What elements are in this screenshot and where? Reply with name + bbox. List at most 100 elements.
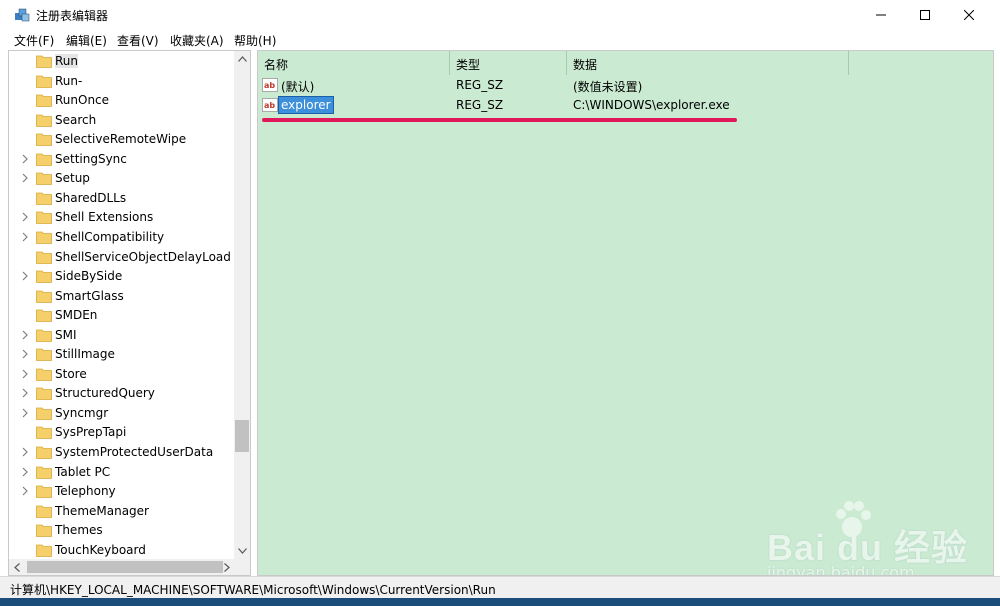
menu-file[interactable]: 文件(F) [14, 32, 54, 49]
tree-item[interactable]: SharedDLLs [9, 189, 235, 208]
expand-chevron-icon[interactable] [20, 212, 30, 222]
close-icon [964, 10, 974, 20]
tree-item[interactable]: Syncmgr [9, 404, 235, 423]
tree-item[interactable]: Telephony [9, 482, 235, 501]
folder-icon [36, 446, 52, 459]
scroll-left-button[interactable] [9, 559, 25, 575]
tree-item[interactable]: Search [9, 111, 235, 130]
annotation-underline [262, 118, 737, 122]
registry-path: 计算机\HKEY_LOCAL_MACHINE\SOFTWARE\Microsof… [10, 583, 496, 597]
tree-item-label: ShellServiceObjectDelayLoad [55, 249, 231, 264]
tree-item[interactable]: Run- [9, 72, 235, 91]
menu-view[interactable]: 查看(V) [117, 32, 159, 49]
expand-chevron-icon[interactable] [20, 369, 30, 379]
values-pane: 名称 类型 数据 ab (默认) REG_SZ (数值未设置) ab explo… [257, 50, 994, 576]
folder-icon [36, 192, 52, 205]
tree-item-label: SmartGlass [55, 288, 124, 303]
tree-item-label: Run [55, 54, 79, 68]
tree-item[interactable]: SMI [9, 326, 235, 345]
tree-item[interactable]: ShellCompatibility [9, 228, 235, 247]
tree-item-label: Store [55, 366, 87, 381]
folder-icon [36, 309, 52, 323]
folder-icon [36, 114, 52, 127]
tree-item-label: SMI [55, 327, 77, 342]
svg-text:ab: ab [264, 101, 275, 110]
expand-chevron-icon[interactable] [20, 154, 30, 164]
tree-item[interactable]: Setup [9, 169, 235, 188]
tree-item[interactable]: Tablet PC [9, 463, 235, 482]
folder-icon [36, 211, 52, 225]
tree-vertical-scrollbar[interactable] [234, 51, 250, 559]
column-header-data[interactable]: 数据 [567, 51, 849, 75]
column-header-type[interactable]: 类型 [450, 51, 567, 75]
tree-item[interactable]: ThemeManager [9, 502, 235, 521]
maximize-button[interactable] [902, 0, 948, 30]
menu-edit[interactable]: 编辑(E) [66, 32, 107, 49]
folder-icon [36, 133, 52, 147]
tree-item[interactable]: SideBySide [9, 267, 235, 286]
expand-chevron-icon[interactable] [20, 467, 30, 477]
expand-chevron-icon[interactable] [20, 232, 30, 242]
tree-horizontal-scroll-thumb[interactable] [27, 561, 223, 573]
tree-item[interactable]: ShellServiceObjectDelayLoad [9, 248, 235, 267]
expand-chevron-icon[interactable] [20, 408, 30, 418]
tree-item-label: SettingSync [55, 151, 127, 166]
menu-favorites[interactable]: 收藏夹(A) [170, 32, 224, 49]
tree-item[interactable]: SelectiveRemoteWipe [9, 130, 235, 149]
expand-chevron-icon[interactable] [20, 173, 30, 183]
folder-icon [36, 231, 52, 244]
minimize-button[interactable] [858, 0, 904, 30]
value-row[interactable]: ab (默认) REG_SZ (数值未设置) [258, 75, 993, 95]
title-bar: 注册表编辑器 [0, 0, 1000, 30]
tree-item-label: SystemProtectedUserData [55, 445, 214, 459]
scroll-down-button[interactable] [234, 543, 250, 559]
value-data: (数值未设置) [573, 80, 643, 94]
scroll-up-button[interactable] [234, 51, 250, 67]
tree-item[interactable]: StructuredQuery [9, 384, 235, 403]
expand-chevron-icon[interactable] [20, 349, 30, 359]
value-type: REG_SZ [456, 78, 504, 92]
key-tree: Run Run- RunOnce Search SelectiveRemoteWipe S… [9, 51, 235, 559]
key-tree-pane: Run Run- RunOnce Search SelectiveRemoteWipe S… [8, 50, 251, 576]
column-header-name[interactable]: 名称 [258, 51, 450, 75]
expand-chevron-icon[interactable] [20, 271, 30, 281]
taskbar-edge [0, 598, 1000, 606]
tree-item[interactable]: RunOnce [9, 91, 235, 110]
tree-item-label: ShellCompatibility [55, 229, 165, 244]
tree-item-label: StructuredQuery [55, 386, 155, 401]
chevron-left-icon [14, 562, 20, 572]
tree-item[interactable]: StillImage [9, 345, 235, 364]
folder-icon [36, 524, 52, 538]
tree-item[interactable]: SysPrepTapi [9, 423, 235, 442]
menu-help[interactable]: 帮助(H) [234, 32, 276, 49]
tree-item[interactable]: Run [9, 52, 235, 71]
folder-icon [36, 387, 52, 401]
scrollbar-corner [234, 559, 250, 575]
close-button[interactable] [946, 0, 992, 30]
chevron-up-icon [237, 56, 247, 62]
tree-item[interactable]: SettingSync [9, 150, 235, 169]
tree-horizontal-scrollbar[interactable] [9, 559, 235, 575]
expand-chevron-icon[interactable] [20, 486, 30, 496]
folder-icon [36, 329, 52, 342]
expand-chevron-icon[interactable] [20, 388, 30, 398]
folder-icon [36, 172, 52, 186]
tree-item-label: SelectiveRemoteWipe [55, 132, 187, 147]
value-row[interactable]: ab explorer REG_SZ C:\WINDOWS\explorer.e… [258, 95, 993, 115]
tree-item[interactable]: TouchKeyboard [9, 541, 235, 559]
tree-item-label: Shell Extensions [55, 210, 154, 225]
tree-item-label: Setup [55, 171, 90, 186]
tree-item[interactable]: Shell Extensions [9, 208, 235, 227]
scroll-right-button[interactable] [219, 559, 235, 575]
expand-chevron-icon[interactable] [20, 447, 30, 457]
tree-item[interactable]: SmartGlass [9, 287, 235, 306]
string-value-icon: ab [262, 98, 278, 112]
tree-item[interactable]: Themes [9, 521, 235, 540]
tree-item[interactable]: SMDEn [9, 306, 235, 325]
value-name-edit-field[interactable]: explorer [278, 96, 334, 114]
tree-item[interactable]: Store [9, 365, 235, 384]
folder-icon [36, 485, 52, 498]
tree-item[interactable]: SystemProtectedUserData [9, 443, 235, 462]
expand-chevron-icon[interactable] [20, 330, 30, 340]
tree-vertical-scroll-thumb[interactable] [235, 420, 249, 452]
